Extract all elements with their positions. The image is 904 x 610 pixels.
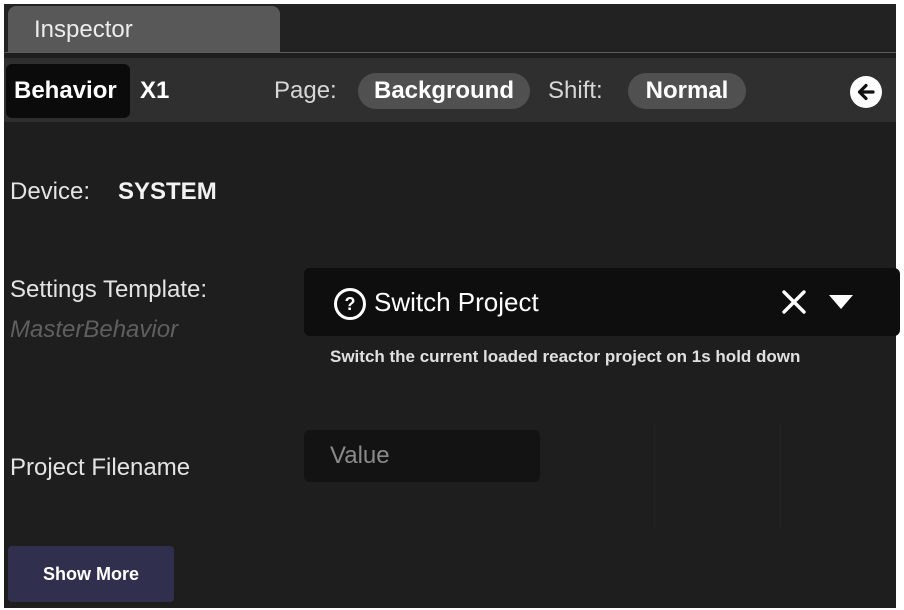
behavior-header: Behavior X1 Page: Background Shift: Norm…	[4, 58, 896, 122]
tab-behavior[interactable]: Behavior	[6, 64, 130, 118]
settings-template-selected: Switch Project	[374, 287, 539, 317]
page-label: Page:	[274, 77, 337, 104]
settings-template-dropdown[interactable]: ? Switch Project	[304, 268, 900, 336]
settings-template-source: MasterBehavior	[10, 316, 179, 343]
control-id: X1	[140, 77, 170, 104]
project-filename-input[interactable]	[304, 430, 540, 482]
caret-down-icon[interactable]	[828, 292, 854, 312]
device-label: Device:	[10, 178, 91, 205]
inspector-panel: Inspector Behavior X1 Page: Background S…	[4, 4, 900, 608]
tab-inspector[interactable]: Inspector	[8, 6, 280, 52]
show-more-button[interactable]: Show More	[8, 546, 174, 602]
divider	[780, 422, 781, 530]
tab-strip: Inspector	[4, 4, 896, 53]
shift-selector[interactable]: Normal	[628, 73, 746, 109]
help-icon[interactable]: ?	[334, 288, 366, 320]
page-selector[interactable]: Background	[358, 73, 530, 109]
inspector-window: Inspector Behavior X1 Page: Background S…	[0, 0, 904, 610]
back-button[interactable]	[850, 76, 882, 108]
divider	[654, 422, 655, 530]
shift-label: Shift:	[548, 77, 603, 104]
project-filename-label: Project Filename	[10, 454, 191, 481]
device-value: SYSTEM	[118, 178, 217, 205]
arrow-left-circle-icon	[857, 83, 875, 101]
clear-icon[interactable]	[780, 288, 808, 316]
settings-template-label: Settings Template:	[10, 276, 208, 303]
settings-template-description: Switch the current loaded reactor projec…	[330, 347, 801, 366]
